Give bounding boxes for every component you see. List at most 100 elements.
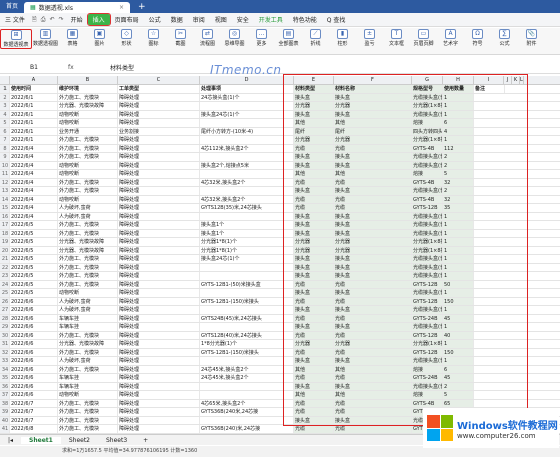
table-cell[interactable]: 障碍处理 xyxy=(118,425,200,433)
table-cell[interactable]: 障碍处理 xyxy=(118,399,200,407)
table-cell[interactable]: 业务割接 xyxy=(118,127,200,135)
table-cell[interactable]: 障碍处理 xyxy=(118,297,200,305)
row-number[interactable]: 16 xyxy=(0,212,10,220)
table-cell[interactable]: GYTS12B(35)米,24芯接头 xyxy=(200,204,294,212)
table-cell[interactable]: 光缆 xyxy=(294,425,334,433)
row-number[interactable]: 28 xyxy=(0,314,10,322)
table-cell[interactable]: GYTS-12B1-(150)米接头 xyxy=(200,297,294,305)
table-cell[interactable]: 障碍处理 xyxy=(118,93,200,101)
first-sheet-icon[interactable]: |◂ xyxy=(0,437,21,444)
row-number[interactable]: 12 xyxy=(0,178,10,186)
table-cell[interactable]: 2022/6/1 xyxy=(10,136,58,144)
table-cell[interactable]: 障碍处理 xyxy=(118,178,200,186)
sheet-tab-sheet1[interactable]: Sheet1 xyxy=(21,436,61,444)
row-number[interactable]: 1 xyxy=(0,85,10,93)
table-cell[interactable]: 2022/6/6 xyxy=(10,323,58,331)
table-cell[interactable]: 2022/6/5 xyxy=(10,238,58,246)
table-cell[interactable]: 外力施工、光模块 xyxy=(58,331,118,339)
table-cell[interactable]: 车辆车挂 xyxy=(58,374,118,382)
table-cell[interactable]: 2022/6/8 xyxy=(10,425,58,433)
table-cell[interactable]: 障碍处理 xyxy=(118,110,200,118)
table-cell[interactable]: 障碍处理 xyxy=(118,246,200,254)
table-cell[interactable]: 人为破坏,蛮荷 xyxy=(58,357,118,365)
table-cell[interactable]: 外力施工、光模块 xyxy=(58,153,118,161)
menu-formula[interactable]: 公式 xyxy=(144,15,166,24)
table-cell[interactable]: 外力施工、光模块 xyxy=(58,187,118,195)
row-number[interactable]: 3 xyxy=(0,102,10,110)
table-cell[interactable]: GYTS-12B1-(150)米接头 xyxy=(200,348,294,356)
row-number[interactable]: 33 xyxy=(0,357,10,365)
table-cell[interactable]: 障碍处理 xyxy=(118,348,200,356)
table-cell[interactable]: 2022/6/1 xyxy=(10,119,58,127)
table-cell[interactable]: 2022/6/6 xyxy=(10,348,58,356)
table-cell[interactable]: 障碍处理 xyxy=(118,161,200,169)
table-cell[interactable]: 24芯45米,接头盒2个 xyxy=(200,365,294,373)
table-cell[interactable]: 障碍处理 xyxy=(118,289,200,297)
table-cell[interactable]: 障碍处理 xyxy=(118,374,200,382)
table-cell[interactable] xyxy=(200,170,294,178)
table-cell[interactable]: 障碍处理 xyxy=(118,102,200,110)
row-number[interactable]: 29 xyxy=(0,323,10,331)
table-cell[interactable]: 2022/6/4 xyxy=(10,204,58,212)
table-cell[interactable]: 分光器、光模块故障 xyxy=(58,238,118,246)
table-cell[interactable]: 光缆 xyxy=(334,425,412,433)
row-number[interactable]: 4 xyxy=(0,110,10,118)
table-cell[interactable]: 2022/6/6 xyxy=(10,314,58,322)
table-cell[interactable]: 2022/6/5 xyxy=(10,280,58,288)
table-cell[interactable]: GYTS36B(240)米,24芯接 xyxy=(200,425,294,433)
document-tab[interactable]: ▦ 数据透视.xls × xyxy=(24,2,131,13)
table-cell[interactable]: 接头盒24芯(1)个 xyxy=(200,110,294,118)
table-cell[interactable]: 外力施工、光模块 xyxy=(58,408,118,416)
row-number[interactable]: 34 xyxy=(0,365,10,373)
table-cell[interactable]: 2022/6/5 xyxy=(10,255,58,263)
table-cell[interactable]: 障碍处理 xyxy=(118,314,200,322)
table-cell[interactable]: 障碍处理 xyxy=(118,187,200,195)
table-cell[interactable]: 2022/6/4 xyxy=(10,153,58,161)
save-icon[interactable]: 🗎 xyxy=(30,15,39,25)
menu-view[interactable]: 视图 xyxy=(210,15,232,24)
row-number[interactable]: 20 xyxy=(0,246,10,254)
row-number[interactable]: 22 xyxy=(0,263,10,271)
table-cell[interactable]: 外力施工、光模块 xyxy=(58,272,118,280)
ribbon-button-7[interactable]: ⇄ 流程图 xyxy=(194,29,221,47)
close-icon[interactable]: × xyxy=(119,4,124,11)
table-cell[interactable]: 2022/6/7 xyxy=(10,408,58,416)
row-number[interactable]: 21 xyxy=(0,255,10,263)
new-tab-button[interactable]: + xyxy=(138,2,146,12)
table-cell[interactable]: 障碍处理 xyxy=(118,340,200,348)
menu-developer[interactable]: 开发工具 xyxy=(254,15,288,24)
menu-features[interactable]: 特色功能 xyxy=(288,15,322,24)
menu-review[interactable]: 审阅 xyxy=(188,15,210,24)
table-cell[interactable]: 4芯32米,接头盒2个 xyxy=(200,178,294,186)
table-cell[interactable]: 人为破坏,蛮荷 xyxy=(58,212,118,220)
ribbon-button-3[interactable]: ▣ 图片 xyxy=(86,29,113,47)
table-cell[interactable]: 动物咬断 xyxy=(58,195,118,203)
ribbon-button-2[interactable]: ▦ 表格 xyxy=(59,29,86,47)
table-cell[interactable]: 2022/6/6 xyxy=(10,374,58,382)
table-cell[interactable]: 车辆车挂 xyxy=(58,382,118,390)
table-cell[interactable]: 2022/6/6 xyxy=(10,297,58,305)
table-cell[interactable]: 2022/6/1 xyxy=(10,127,58,135)
table-cell[interactable]: 4芯65米,接头盒2个 xyxy=(200,399,294,407)
table-cell[interactable]: 维护环境 xyxy=(58,85,118,93)
table-cell[interactable]: 外力施工、光模块 xyxy=(58,348,118,356)
table-cell[interactable]: 障碍处理 xyxy=(118,170,200,178)
row-number[interactable]: 15 xyxy=(0,204,10,212)
table-cell[interactable]: 处理事项 xyxy=(200,85,294,93)
table-cell[interactable]: 1*8分光器(1)个 xyxy=(200,340,294,348)
row-number[interactable]: 36 xyxy=(0,382,10,390)
row-number[interactable]: 17 xyxy=(0,221,10,229)
table-cell[interactable]: 外力施工、光模块 xyxy=(58,255,118,263)
home-tab[interactable]: 首页 xyxy=(0,0,24,13)
table-cell[interactable]: 工单类型 xyxy=(118,85,200,93)
table-cell[interactable]: 4芯112米,接头盒2个 xyxy=(200,144,294,152)
row-number[interactable]: 6 xyxy=(0,127,10,135)
table-cell[interactable]: 2022/6/4 xyxy=(10,144,58,152)
table-cell[interactable]: 外力施工、光模块 xyxy=(58,399,118,407)
table-cell[interactable]: 动物咬断 xyxy=(58,170,118,178)
table-cell[interactable]: 动物咬断 xyxy=(58,119,118,127)
table-cell[interactable]: 外力施工、光模块 xyxy=(58,280,118,288)
add-sheet-button[interactable]: + xyxy=(135,437,156,444)
table-cell[interactable]: 2022/6/4 xyxy=(10,161,58,169)
table-cell[interactable] xyxy=(200,263,294,271)
